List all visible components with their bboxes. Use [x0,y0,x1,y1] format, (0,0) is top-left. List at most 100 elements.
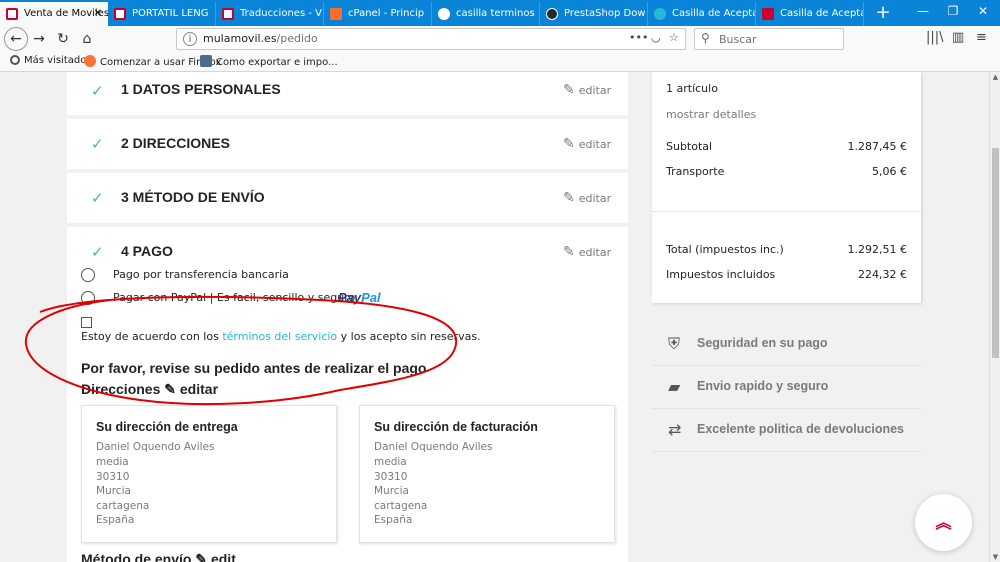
tab-casilla-terminos[interactable]: casilla terminos [432,2,540,26]
check-icon: ✓ [91,189,104,207]
close-icon[interactable]: ✕ [94,2,102,26]
edit-label: edit [210,551,236,562]
step-addresses[interactable]: ✓ 2 Direcciones ✎ editar [67,119,628,169]
page-actions-icon[interactable]: ••• [629,31,648,44]
tab-title: Casilla de Acepta [672,8,756,19]
check-icon: ✓ [91,135,104,153]
edit-step-button[interactable]: ✎ editar [563,244,611,260]
scroll-up-icon[interactable]: ▲ [990,72,1000,82]
tab-casilla-aceptacion-2[interactable]: Casilla de Acepta [756,2,864,26]
billing-address-title: Su dirección de facturación [374,420,538,434]
pencil-icon: ✎ [195,551,208,562]
reassurance-shipping: ▰ Envio rapido y seguro [652,367,921,409]
paypal-logo: PayPal [338,290,381,305]
address-line: media [374,456,407,468]
new-tab-button[interactable]: + [872,3,894,23]
tab-title: Casilla de Acepta [780,8,864,19]
shield-icon: ⛨ [668,334,681,353]
payment-paypal-label[interactable]: Pagar con PayPal | Es facil, sencillo y … [113,291,355,304]
bookmark-mas-visitados[interactable]: Más visitados [10,55,92,66]
url-path: /pedido [276,32,318,45]
menu-icon[interactable]: ≡ [976,30,987,45]
bookmark-exportar[interactable]: Como exportar e impo... [200,55,338,68]
restore-icon[interactable]: ❐ [938,0,968,22]
sidebar-icon[interactable]: ▥ [952,30,964,45]
google-icon [438,8,450,20]
tab-title: Traducciones - V [240,8,322,19]
reassurance-returns: ⇄ Excelente politica de devoluciones [652,410,921,452]
shipping-method-heading: Método de envío ✎ edit [81,551,236,562]
tab-portatil[interactable]: PORTATIL LENG [108,2,216,26]
step-title: 4 Pago [121,243,173,259]
window-close-icon[interactable]: ✕ [968,0,998,22]
url-text[interactable]: mulamovil.es/pedido [203,32,318,45]
step-personal-info[interactable]: ✓ 1 Datos personales ✎ editar [67,72,628,115]
tab-prestashop-download[interactable]: PrestaShop Dow [540,2,648,26]
tab-traducciones[interactable]: Traducciones - V [216,2,324,26]
payment-transfer-radio[interactable] [81,268,95,282]
scrollbar-thumb[interactable] [992,148,999,358]
edit-step-button[interactable]: ✎ editar [563,136,611,152]
terms-link[interactable]: términos del servicio [222,330,337,343]
tab-title: PORTATIL LENG [132,8,209,19]
page-icon [114,8,126,20]
reassurance-label: Seguridad en su pago [697,336,828,350]
shipping-method-label: Método de envío [81,551,192,562]
pencil-icon: ✎ [563,190,575,206]
prestashop-icon [654,8,666,20]
edit-label: editar [578,246,612,259]
mulamovil-icon [6,8,18,20]
reassurance-label: Excelente politica de devoluciones [697,422,905,436]
show-details-link[interactable]: mostrar detalles [666,108,756,121]
info-icon[interactable]: i [183,32,197,46]
library-icon[interactable]: |||\ [926,30,944,45]
double-chevron-up-icon: ︽ [935,513,952,532]
page-icon [200,55,212,67]
address-line: cartagena [96,500,150,512]
tab-venta-de-moviles[interactable]: Venta de Moviles ✕ [0,2,108,26]
url-bar[interactable]: i mulamovil.es/pedido ••• ◡ ☆ [176,28,686,50]
forward-button[interactable]: → [28,29,50,49]
bookmark-star-icon[interactable]: ☆ [669,31,679,44]
address-line: España [374,514,413,526]
step-title: 3 Método de envío [121,189,265,205]
truck-icon: ▰ [668,377,681,396]
pocket-icon[interactable]: ◡ [651,31,661,44]
pencil-icon: ✎ [563,136,575,152]
pencil-icon: ✎ [563,82,575,98]
u-icon [762,8,774,20]
payment-transfer-label[interactable]: Pago por transferencia bancaria [113,268,289,281]
back-to-top-button[interactable]: ︽ [915,494,972,551]
check-icon: ✓ [91,243,104,261]
review-heading: Por favor, revise su pedido antes de rea… [81,360,427,376]
edit-addresses-button[interactable]: ✎ editar [164,381,218,397]
summary-items-count: 1 artículo [666,82,718,95]
subtotal-label: Subtotal [666,140,713,153]
terms-checkbox[interactable] [81,317,92,328]
back-button[interactable]: ← [4,27,28,51]
gear-icon [10,55,20,65]
reload-button[interactable]: ↻ [52,29,74,49]
edit-step-button[interactable]: ✎ editar [563,82,611,98]
bookmark-label: Como exportar e impo... [216,57,338,68]
page-scrollbar[interactable]: ▲ ▼ [989,72,1000,562]
tab-casilla-aceptacion-1[interactable]: Casilla de Acepta [648,2,756,26]
tab-title: cPanel - Princip [348,8,425,19]
scroll-down-icon[interactable]: ▼ [990,552,1000,562]
home-button[interactable]: ⌂ [76,29,98,49]
step-title: 2 Direcciones [121,135,230,151]
search-bar[interactable]: ⚲ Buscar [694,28,844,50]
minimize-icon[interactable]: — [908,0,938,22]
shipping-value: 5,06 € [872,165,907,178]
cpanel-icon [330,8,342,20]
tab-cpanel[interactable]: cPanel - Princip [324,2,432,26]
edit-label: editar [578,84,612,97]
page-icon [222,8,234,20]
summary-divider [652,211,921,212]
step-title: 1 Datos personales [121,81,281,97]
order-summary: 1 artículo mostrar detalles Subtotal 1.2… [652,72,921,303]
edit-shipping-button[interactable]: ✎ edit [195,551,236,562]
edit-step-button[interactable]: ✎ editar [563,190,611,206]
payment-paypal-radio[interactable] [81,291,95,305]
step-shipping-method[interactable]: ✓ 3 Método de envío ✎ editar [67,173,628,223]
